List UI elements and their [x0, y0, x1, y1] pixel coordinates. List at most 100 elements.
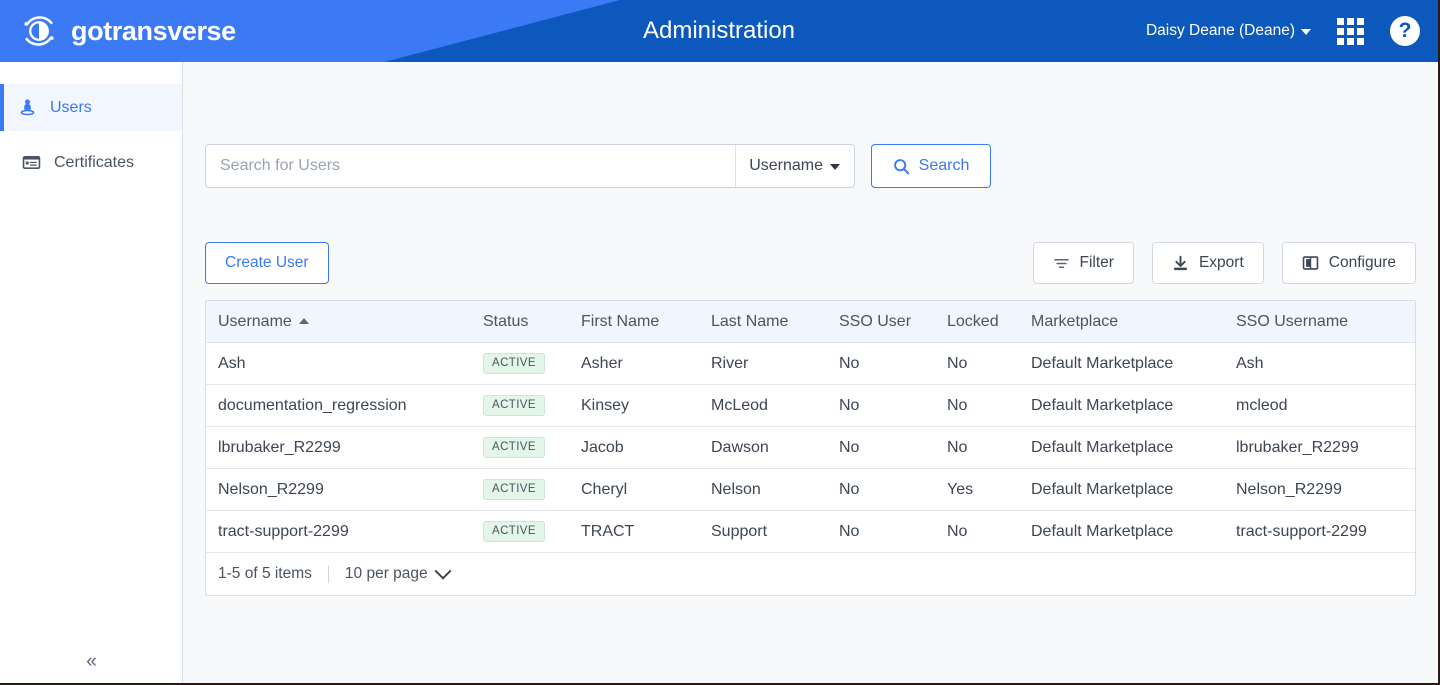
divider: [327, 565, 329, 583]
create-user-label: Create User: [225, 254, 309, 271]
per-page-label: 10 per page: [344, 565, 428, 582]
cell-first-name: Asher: [569, 342, 699, 385]
cell-sso-username: lbrubaker_R2299: [1224, 426, 1415, 469]
columns-icon: [1302, 256, 1319, 270]
grid-apps-icon[interactable]: [1337, 17, 1364, 45]
search-input[interactable]: [206, 145, 736, 187]
gotransverse-circle-logo-icon: [24, 16, 54, 46]
search-button[interactable]: Search: [871, 144, 991, 188]
cell-marketplace: Default Marketplace: [1019, 342, 1224, 385]
cell-status: ACTIVE: [471, 426, 569, 469]
search-scope-dropdown[interactable]: Username: [735, 145, 854, 187]
cell-username: Ash: [206, 342, 471, 385]
column-header-sso-username[interactable]: SSO Username: [1224, 301, 1415, 343]
filter-icon: [1053, 258, 1069, 268]
search-scope-label: Username: [749, 157, 823, 174]
user-icon: [18, 98, 37, 117]
cell-sso-username: mcleod: [1224, 384, 1415, 427]
body: Users Certificates « Search for Users Us…: [0, 62, 1438, 683]
column-header-first-name[interactable]: First Name: [569, 301, 699, 343]
configure-button[interactable]: Configure: [1281, 242, 1416, 284]
cell-sso-user: No: [827, 510, 935, 553]
export-label: Export: [1198, 254, 1244, 271]
column-header-sso-user[interactable]: SSO User: [827, 301, 935, 343]
cell-status: ACTIVE: [471, 384, 569, 427]
per-page-dropdown[interactable]: 10 per page: [344, 562, 452, 583]
main-content: Username Search Create User: [183, 62, 1438, 683]
header-actions: Daisy Deane (Deane) ?: [1146, 0, 1420, 62]
table-row[interactable]: Ash ACTIVE Asher River No No Default Mar…: [206, 342, 1415, 385]
app-header: gotransverse Administration Daisy Deane …: [0, 0, 1438, 62]
cell-marketplace: Default Marketplace: [1019, 510, 1224, 553]
toolbar-right-actions: Filter Export Configure: [1032, 242, 1416, 284]
caret-up-icon: [298, 317, 309, 324]
cell-locked: No: [935, 342, 1019, 385]
cell-locked: No: [935, 510, 1019, 553]
admin-users-page: gotransverse Administration Daisy Deane …: [0, 0, 1440, 685]
cell-sso-user: No: [827, 426, 935, 469]
filter-button[interactable]: Filter: [1032, 242, 1134, 284]
cell-last-name: Support: [699, 510, 827, 553]
cell-marketplace: Default Marketplace: [1019, 384, 1224, 427]
search-icon: [893, 158, 909, 174]
table-row[interactable]: tract-support-2299 ACTIVE TRACT Support …: [206, 510, 1415, 553]
column-header-locked[interactable]: Locked: [935, 301, 1019, 343]
cell-username: tract-support-2299: [206, 510, 471, 553]
cell-last-name: McLeod: [699, 384, 827, 427]
cell-first-name: TRACT: [569, 510, 699, 553]
cell-sso-user: No: [827, 468, 935, 511]
sidebar-item-certificates[interactable]: Certificates: [0, 139, 182, 186]
column-header-marketplace[interactable]: Marketplace: [1019, 301, 1224, 343]
cell-last-name: Nelson: [699, 468, 827, 511]
search-button-label: Search: [918, 157, 970, 174]
table-row[interactable]: Nelson_R2299 ACTIVE Cheryl Nelson No Yes…: [206, 468, 1415, 511]
cell-sso-username: Ash: [1224, 342, 1415, 385]
filter-label: Filter: [1079, 254, 1114, 271]
cell-username: lbrubaker_R2299: [206, 426, 471, 469]
download-icon: [1174, 255, 1187, 270]
sidebar-item-label: Users: [50, 98, 92, 116]
cell-locked: No: [935, 426, 1019, 469]
cell-sso-user: No: [827, 384, 935, 427]
caret-down-icon: [830, 164, 840, 170]
chevron-down-icon: [434, 562, 452, 580]
sidebar-item-label: Certificates: [54, 153, 135, 171]
sidebar-item-users[interactable]: Users: [0, 84, 182, 131]
table-toolbar: Create User Filter Export Configure: [205, 242, 1416, 284]
status-badge: ACTIVE: [483, 395, 545, 416]
status-badge: ACTIVE: [483, 353, 545, 374]
cell-locked: Yes: [935, 468, 1019, 511]
search-field: Username: [205, 144, 855, 188]
brand[interactable]: gotransverse: [18, 10, 236, 52]
cell-sso-username: Nelson_R2299: [1224, 468, 1415, 511]
cell-marketplace: Default Marketplace: [1019, 468, 1224, 511]
cell-sso-user: No: [827, 342, 935, 385]
table-row[interactable]: documentation_regression ACTIVE Kinsey M…: [206, 384, 1415, 427]
column-label: Username: [218, 312, 292, 330]
cell-status: ACTIVE: [471, 510, 569, 553]
users-table: Username Status First Name Last Name SSO…: [205, 300, 1416, 596]
table-row[interactable]: lbrubaker_R2299 ACTIVE Jacob Dawson No N…: [206, 426, 1415, 469]
search-row: Username Search: [205, 62, 1416, 188]
cell-username: Nelson_R2299: [206, 468, 471, 511]
sidebar: Users Certificates «: [0, 62, 183, 683]
help-circle-icon[interactable]: ?: [1390, 16, 1420, 46]
cell-first-name: Jacob: [569, 426, 699, 469]
column-header-status[interactable]: Status: [471, 301, 569, 343]
column-header-username[interactable]: Username: [206, 301, 471, 343]
table-footer: 1-5 of 5 items 10 per page: [206, 553, 1415, 595]
create-user-button[interactable]: Create User: [205, 242, 329, 284]
cell-locked: No: [935, 384, 1019, 427]
table-header-row: Username Status First Name Last Name SSO…: [206, 301, 1415, 343]
cell-username: documentation_regression: [206, 384, 471, 427]
cell-last-name: Dawson: [699, 426, 827, 469]
chevrons-left-icon[interactable]: «: [0, 652, 183, 671]
user-menu[interactable]: Daisy Deane (Deane): [1146, 22, 1311, 40]
export-button[interactable]: Export: [1151, 242, 1264, 284]
certificate-list-icon: [22, 153, 41, 172]
column-header-last-name[interactable]: Last Name: [699, 301, 827, 343]
status-badge: ACTIVE: [483, 521, 545, 542]
cell-last-name: River: [699, 342, 827, 385]
cell-marketplace: Default Marketplace: [1019, 426, 1224, 469]
caret-down-icon: [1301, 29, 1311, 35]
